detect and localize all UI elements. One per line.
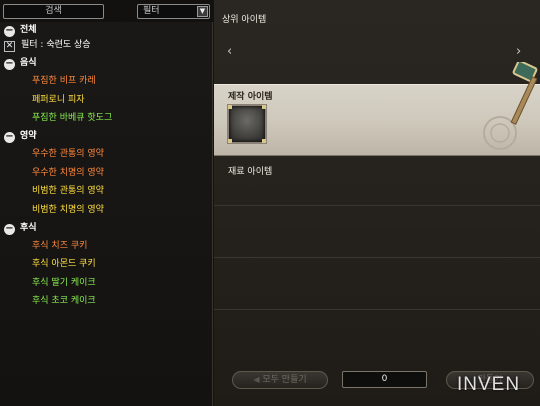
collapse-icon[interactable]: − [4,26,15,37]
category-food[interactable]: − 음식 [4,55,37,71]
collapse-icon[interactable]: − [4,224,15,235]
filter-dropdown-value: 필터 [143,6,160,16]
list-item[interactable]: 후식 딸기 케이크 [32,275,96,291]
craft-controls: ◀ 모두 만들기 0 만들기 INVEN [214,366,540,406]
list-item[interactable]: 비범한 치명의 영약 [32,202,104,218]
filter-dropdown[interactable]: 필터 ▼ [137,4,210,19]
material-item-section: 재료 아이템 [214,157,540,367]
parchment-ornament [483,116,517,150]
search-input[interactable]: 검색 [3,4,104,19]
category-dessert[interactable]: − 후식 [4,220,37,236]
list-item[interactable]: 페퍼로니 피자 [32,92,85,108]
upper-item-section: 상위 아이템 ‹ › [214,0,540,84]
list-item[interactable]: 우수한 관통의 영약 [32,146,104,162]
collapse-icon[interactable]: − [4,59,15,70]
collapse-icon[interactable]: − [4,132,15,143]
category-elixir[interactable]: − 영약 [4,128,37,144]
hammer-icon [510,62,538,125]
recipe-list-panel: 검색 필터 ▼ − 전체 ✕ 필터 : 숙련도 상승 − 음식 푸짐한 비프 카레 페… [0,0,213,406]
category-label: 전체 [20,25,37,35]
checkbox-checked-icon[interactable]: ✕ [4,41,15,52]
upper-item-title: 상위 아이템 [222,15,267,25]
category-label: 음식 [20,58,37,68]
quantity-input[interactable]: 0 [342,371,427,388]
triangle-left-icon: ◀ [253,375,260,384]
category-label: 후식 [20,223,37,233]
make-all-button[interactable]: ◀ 모두 만들기 [232,371,328,389]
list-item[interactable]: 후식 초코 케이크 [32,293,96,309]
craft-item-section: 제작 아이템 [214,84,540,156]
chevron-down-icon[interactable]: ▼ [197,6,208,17]
category-all[interactable]: − 전체 [4,22,37,38]
divider [214,205,540,206]
filter-check-label: 필터 : 숙련도 상승 [21,40,91,50]
material-item-title: 재료 아이템 [228,167,273,177]
list-item[interactable]: 후식 아몬드 쿠키 [32,256,96,272]
list-item[interactable]: 후식 치즈 쿠키 [32,238,87,254]
filter-proficiency-checkbox[interactable]: ✕ 필터 : 숙련도 상승 [4,37,91,53]
make-all-label: 모두 만들기 [262,375,307,385]
list-item[interactable]: 푸짐한 바베큐 핫도그 [32,110,112,126]
category-label: 영약 [20,131,37,141]
list-item[interactable]: 푸짐한 비프 카레 [32,73,96,89]
chevron-right-icon[interactable]: › [516,44,521,59]
chevron-left-icon[interactable]: ‹ [227,44,232,59]
divider [214,309,540,310]
list-item[interactable]: 비범한 관통의 영약 [32,183,104,199]
list-item[interactable]: 우수한 치명의 영약 [32,165,104,181]
divider [214,257,540,258]
crafting-panel: 상위 아이템 ‹ › 제작 아이템 재료 아이템 ◀ 모두 만들기 0 만들기 … [214,0,540,406]
watermark-logo: INVEN [457,374,521,395]
search-filter-bar: 검색 필터 ▼ [0,0,213,22]
